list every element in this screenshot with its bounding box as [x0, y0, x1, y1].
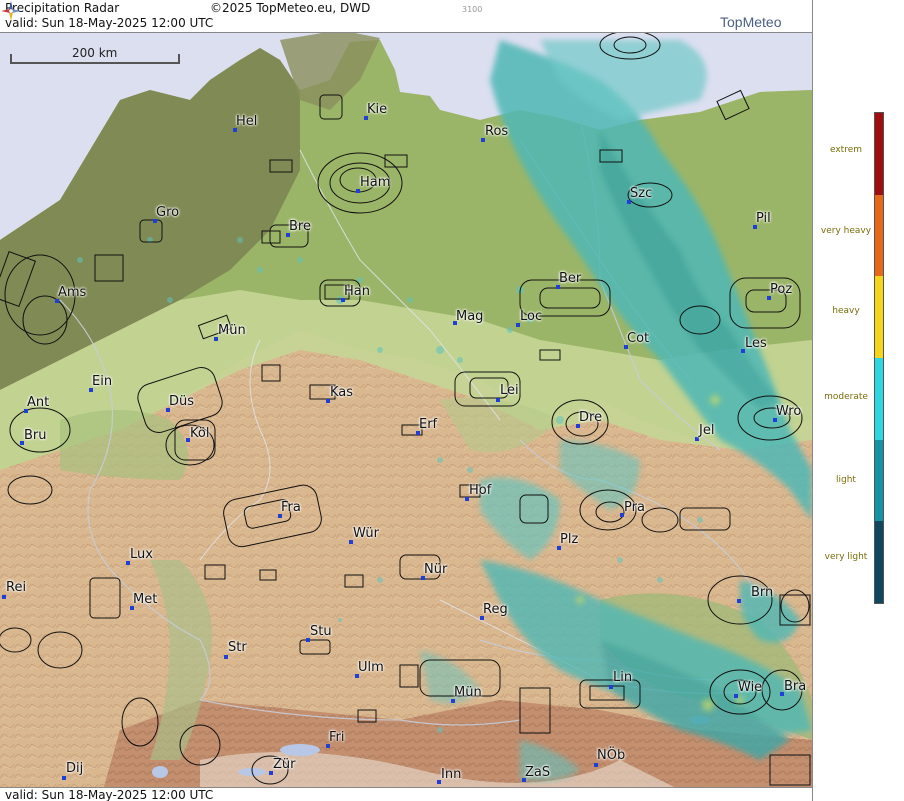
city-marker — [594, 763, 598, 767]
city-label: Lei — [500, 383, 519, 398]
city-marker — [737, 599, 741, 603]
city-label: Plz — [560, 532, 579, 547]
city-label: Bru — [24, 428, 47, 443]
city-label: Mün — [454, 685, 482, 700]
city-label: Str — [228, 640, 247, 655]
city-label: Reg — [483, 602, 508, 617]
city-label: Pra — [624, 500, 645, 515]
city-label: Ber — [559, 271, 582, 286]
city-label: Dre — [579, 410, 603, 425]
city-label: Rei — [6, 580, 27, 595]
city-label: Hof — [469, 483, 492, 498]
legend-label: light — [836, 475, 856, 485]
scale-bar: 200 km — [10, 46, 180, 64]
city-label: Bre — [289, 219, 311, 234]
map-header: Precipitation Radar ©2025 TopMeteo.eu, D… — [0, 0, 812, 33]
city-label: Han — [344, 284, 370, 299]
brand-logo: TopMeteo — [720, 14, 782, 30]
city-label: Lin — [613, 670, 633, 685]
city-label: Düs — [169, 394, 195, 409]
city-label: Köl — [190, 426, 210, 441]
legend-swatch — [875, 276, 883, 358]
city-label: Ein — [92, 374, 113, 389]
scale-label: 200 km — [72, 46, 118, 60]
city-label: Nür — [424, 562, 448, 577]
city-label: Ros — [485, 124, 509, 139]
legend-label: very light — [824, 552, 868, 562]
city-label: Ant — [27, 395, 50, 410]
city-label: Brn — [751, 585, 774, 600]
city-label: Wie — [738, 680, 763, 695]
city-label: Mün — [218, 323, 246, 338]
city-label: Lux — [130, 547, 153, 562]
city-label: Ham — [360, 175, 391, 190]
city-label: Loc — [520, 309, 543, 324]
map-background — [0, 0, 812, 801]
city-label: Inn — [441, 767, 462, 782]
city-label: Fra — [281, 500, 301, 515]
city-marker — [609, 685, 613, 689]
city-label: Gro — [156, 205, 180, 220]
map-footer: valid: Sun 18-May-2025 12:00 UTC — [0, 787, 812, 801]
product-code: 3100 — [462, 5, 483, 14]
city-label: Kie — [367, 102, 388, 117]
city-marker — [2, 595, 6, 599]
legend-label: heavy — [832, 306, 860, 316]
city-label: Zür — [273, 757, 296, 772]
city-label: Met — [133, 592, 158, 607]
copyright-text: ©2025 TopMeteo.eu, DWD — [210, 1, 371, 15]
city-marker — [496, 398, 500, 402]
footer-valid-time: valid: Sun 18-May-2025 12:00 UTC — [5, 788, 214, 801]
legend-label: moderate — [824, 392, 868, 402]
city-label: Wür — [353, 526, 379, 541]
city-label: Hel — [236, 114, 258, 129]
city-label: Szc — [630, 186, 653, 201]
legend-label: very heavy — [820, 226, 872, 236]
valid-time: valid: Sun 18-May-2025 12:00 UTC — [5, 16, 214, 30]
city-label: Pil — [756, 211, 771, 226]
city-label: Bra — [784, 679, 807, 694]
radar-map[interactable]: Precipitation Radar ©2025 TopMeteo.eu, D… — [0, 0, 812, 801]
compass-icon — [1, 1, 21, 21]
legend-swatch — [875, 521, 883, 603]
city-label: Mag — [456, 309, 484, 324]
legend-label: extrem — [829, 145, 863, 155]
city-label: Stu — [310, 624, 332, 639]
city-label: Erf — [419, 417, 438, 432]
city-label: Wro — [776, 404, 802, 419]
city-label: Les — [745, 336, 767, 351]
city-label: Fri — [329, 730, 345, 745]
map-title: Precipitation Radar — [5, 1, 120, 15]
city-marker — [224, 655, 228, 659]
city-label: Cot — [627, 331, 650, 346]
city-label: NÖb — [597, 748, 626, 763]
city-label: Poz — [770, 282, 793, 297]
city-label: ZaS — [525, 765, 551, 780]
legend-colorbar — [874, 112, 884, 604]
precipitation-legend: extrem very heavy heavy moderate light very l… — [812, 0, 904, 801]
city-label: Ulm — [358, 660, 384, 675]
city-marker — [62, 776, 66, 780]
city-label: Kas — [330, 385, 354, 400]
city-label: Jel — [699, 423, 715, 438]
city-label: Ams — [58, 285, 87, 300]
city-label: Dij — [66, 761, 84, 776]
